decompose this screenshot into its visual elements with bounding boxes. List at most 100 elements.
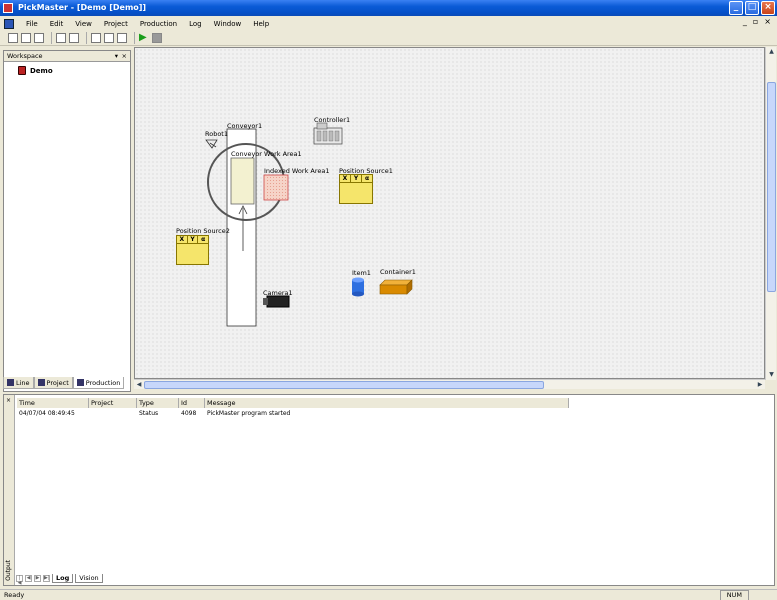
col-id[interactable]: Id [179,398,205,408]
vertical-scrollbar[interactable]: ▲ ▼ [765,47,776,380]
stop-icon[interactable] [152,33,162,43]
position-source1-label: Position Source1 [339,167,393,175]
close-button[interactable]: × [761,1,775,15]
toolbar: ▶ [0,31,777,46]
controller-icon[interactable] [313,122,343,145]
title-bar: PickMaster - [Demo [Demo]] _ □ × [0,0,777,16]
tab-vision[interactable]: Vision [75,574,103,583]
robot-icon[interactable] [205,139,218,149]
output-label: Output [5,560,12,581]
col-message[interactable]: Message [205,398,569,408]
container1-label: Container1 [380,268,416,276]
line-canvas[interactable]: X Y α X Y α Robot1 Conveyor1 Conveyor Wo… [134,47,765,379]
col-type[interactable]: Type [137,398,179,408]
ps2-header-y: Y [188,236,199,243]
project-icon[interactable] [117,33,127,43]
last-tab-icon[interactable]: ▶| [43,575,50,582]
horizontal-scrollbar[interactable]: ◀ ▶ [134,379,765,389]
open-icon[interactable] [21,33,31,43]
controller1-label: Controller1 [314,116,351,124]
tab-label: Project [46,378,69,387]
container-icon[interactable] [379,279,413,295]
menu-file[interactable]: File [20,20,44,28]
play-icon[interactable]: ▶ [139,33,149,43]
menu-window[interactable]: Window [208,20,248,28]
tab-project[interactable]: Project [33,377,73,389]
scroll-left-icon[interactable]: ◀ [134,380,144,390]
robot-icon [18,66,26,75]
output-panel: × Output Time Project Type Id Message 04… [3,394,775,586]
tab-production[interactable]: Production [72,377,125,389]
indexed-work-area-label: Indexed Work Area1 [264,167,330,175]
cell-time: 04/07/04 08:49:45 [19,410,75,417]
menu-edit[interactable]: Edit [44,20,70,28]
indexed-hatch [264,175,288,200]
copy-icon[interactable] [91,33,101,43]
output-tabs: |◀ ◀ ▶ ▶| Log Vision [16,574,103,586]
table-row[interactable]: 04/07/04 08:49:45 Status 4098 PickMaster… [17,410,569,417]
prev-tab-icon[interactable]: ◀ [25,575,32,582]
maximize-button[interactable]: □ [745,1,759,15]
new-icon[interactable] [8,33,18,43]
pin-icon[interactable]: ▾ [115,51,118,62]
next-tab-icon[interactable]: ▶ [34,575,41,582]
close-icon[interactable]: × [6,397,11,404]
app-icon [3,3,13,13]
toolbar-separator [86,32,87,44]
ps2-header-alpha: α [201,236,206,243]
first-tab-icon[interactable]: |◀ [16,575,23,586]
position-source2-label: Position Source2 [176,227,230,235]
cell-type: Status [139,410,159,417]
col-project[interactable]: Project [89,398,137,408]
ps1-header-alpha: α [364,175,370,182]
camera1-label: Camera1 [263,289,293,297]
scroll-down-icon[interactable]: ▼ [766,370,777,380]
tab-label: Line [16,378,30,387]
save-icon[interactable] [34,33,44,43]
tab-log[interactable]: Log [52,574,74,583]
line-icon[interactable] [104,33,114,43]
help-icon[interactable] [69,33,79,43]
scroll-up-icon[interactable]: ▲ [766,47,777,57]
toolbar-separator [134,32,135,44]
position-source-2[interactable]: X Y α [176,235,209,265]
cell-project [89,410,137,417]
child-close-icon[interactable]: × [764,17,771,26]
workspace-panel: Workspace ▾ × Demo [3,50,131,392]
menu-log[interactable]: Log [183,20,208,28]
col-time[interactable]: Time [17,398,89,408]
position-source-1[interactable]: X Y α [339,174,373,204]
camera-icon[interactable] [263,295,290,308]
toolbar-separator [51,32,52,44]
conveyor-work-area[interactable] [230,157,255,205]
document-icon[interactable] [4,18,14,29]
item1-label: Item1 [352,269,371,277]
menu-production[interactable]: Production [134,20,183,28]
tab-line[interactable]: Line [3,377,34,389]
print-icon[interactable] [56,33,66,43]
scroll-right-icon[interactable]: ▶ [755,380,765,390]
num-lock-indicator: NUM [719,590,749,600]
status-text: Ready [4,591,25,599]
workspace-header: Workspace ▾ × [4,51,130,62]
workspace-tabs: Line Project Production [3,377,131,389]
tree-item-label: Demo [30,66,53,75]
close-icon[interactable]: × [122,51,127,62]
menu-view[interactable]: View [69,20,98,28]
ps1-header-y: Y [351,175,362,182]
child-minimize-icon[interactable]: _ [743,17,747,26]
conveyor1-label: Conveyor1 [227,122,263,130]
scroll-thumb[interactable] [767,82,776,292]
scroll-thumb[interactable] [144,381,544,389]
item-icon[interactable] [352,277,364,297]
child-restore-icon[interactable]: ▫ [753,17,758,26]
ps1-header-x: X [340,175,351,182]
workspace-title: Workspace [7,52,43,60]
cell-id: 4098 [181,410,197,417]
robot1-label: Robot1 [205,130,228,138]
menu-help[interactable]: Help [247,20,275,28]
line-tab-icon [7,379,14,386]
minimize-button[interactable]: _ [729,1,743,15]
menu-project[interactable]: Project [98,20,134,28]
tree-item-demo[interactable]: Demo [18,66,130,75]
